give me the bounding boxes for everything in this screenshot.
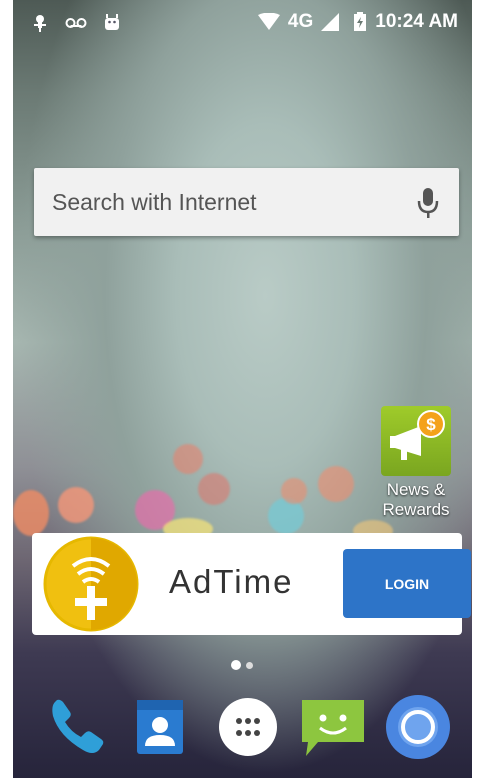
dock bbox=[13, 688, 472, 768]
contacts-icon[interactable] bbox=[125, 692, 195, 762]
mic-icon[interactable] bbox=[417, 186, 439, 220]
status-bar: 4G 10:24 AM bbox=[13, 0, 472, 48]
adtime-brand: AdTime bbox=[169, 563, 294, 600]
home-screen: 4G 10:24 AM Search with Internet $ News … bbox=[13, 0, 472, 778]
page-indicator bbox=[231, 660, 253, 670]
app-news-rewards[interactable]: $ News & Rewards bbox=[377, 406, 455, 520]
login-button[interactable]: LOGIN bbox=[343, 549, 471, 618]
bokeh-light bbox=[13, 490, 49, 536]
bokeh-light bbox=[198, 473, 230, 505]
clock: 10:24 AM bbox=[375, 11, 458, 32]
signal-icon bbox=[321, 13, 340, 31]
app-drawer-icon[interactable] bbox=[213, 692, 283, 762]
app-label[interactable]: News & Rewards bbox=[377, 480, 455, 520]
page-dot-active bbox=[231, 660, 241, 670]
bokeh-light bbox=[318, 466, 354, 502]
phone-icon[interactable] bbox=[41, 692, 111, 762]
search-bar[interactable]: Search with Internet bbox=[34, 168, 459, 236]
megaphone-dollar-icon[interactable]: $ bbox=[381, 406, 451, 476]
svg-text:$: $ bbox=[426, 415, 436, 434]
page-dot bbox=[246, 661, 253, 669]
messaging-icon[interactable] bbox=[298, 692, 368, 762]
bokeh-light bbox=[173, 444, 203, 474]
chrome-icon[interactable] bbox=[383, 692, 453, 762]
android-icon bbox=[105, 14, 119, 30]
search-placeholder[interactable]: Search with Internet bbox=[52, 189, 257, 216]
bokeh-light bbox=[281, 478, 307, 504]
bokeh-light bbox=[268, 498, 304, 534]
voicemail-icon bbox=[65, 18, 87, 28]
pin-icon bbox=[34, 15, 46, 32]
network-type: 4G bbox=[287, 11, 314, 32]
adtime-banner[interactable]: AdTime LOGIN bbox=[32, 533, 471, 635]
bokeh-light bbox=[58, 487, 94, 523]
adtime-logo-icon bbox=[43, 536, 139, 632]
wifi-icon bbox=[257, 13, 280, 30]
battery-icon bbox=[354, 12, 367, 31]
